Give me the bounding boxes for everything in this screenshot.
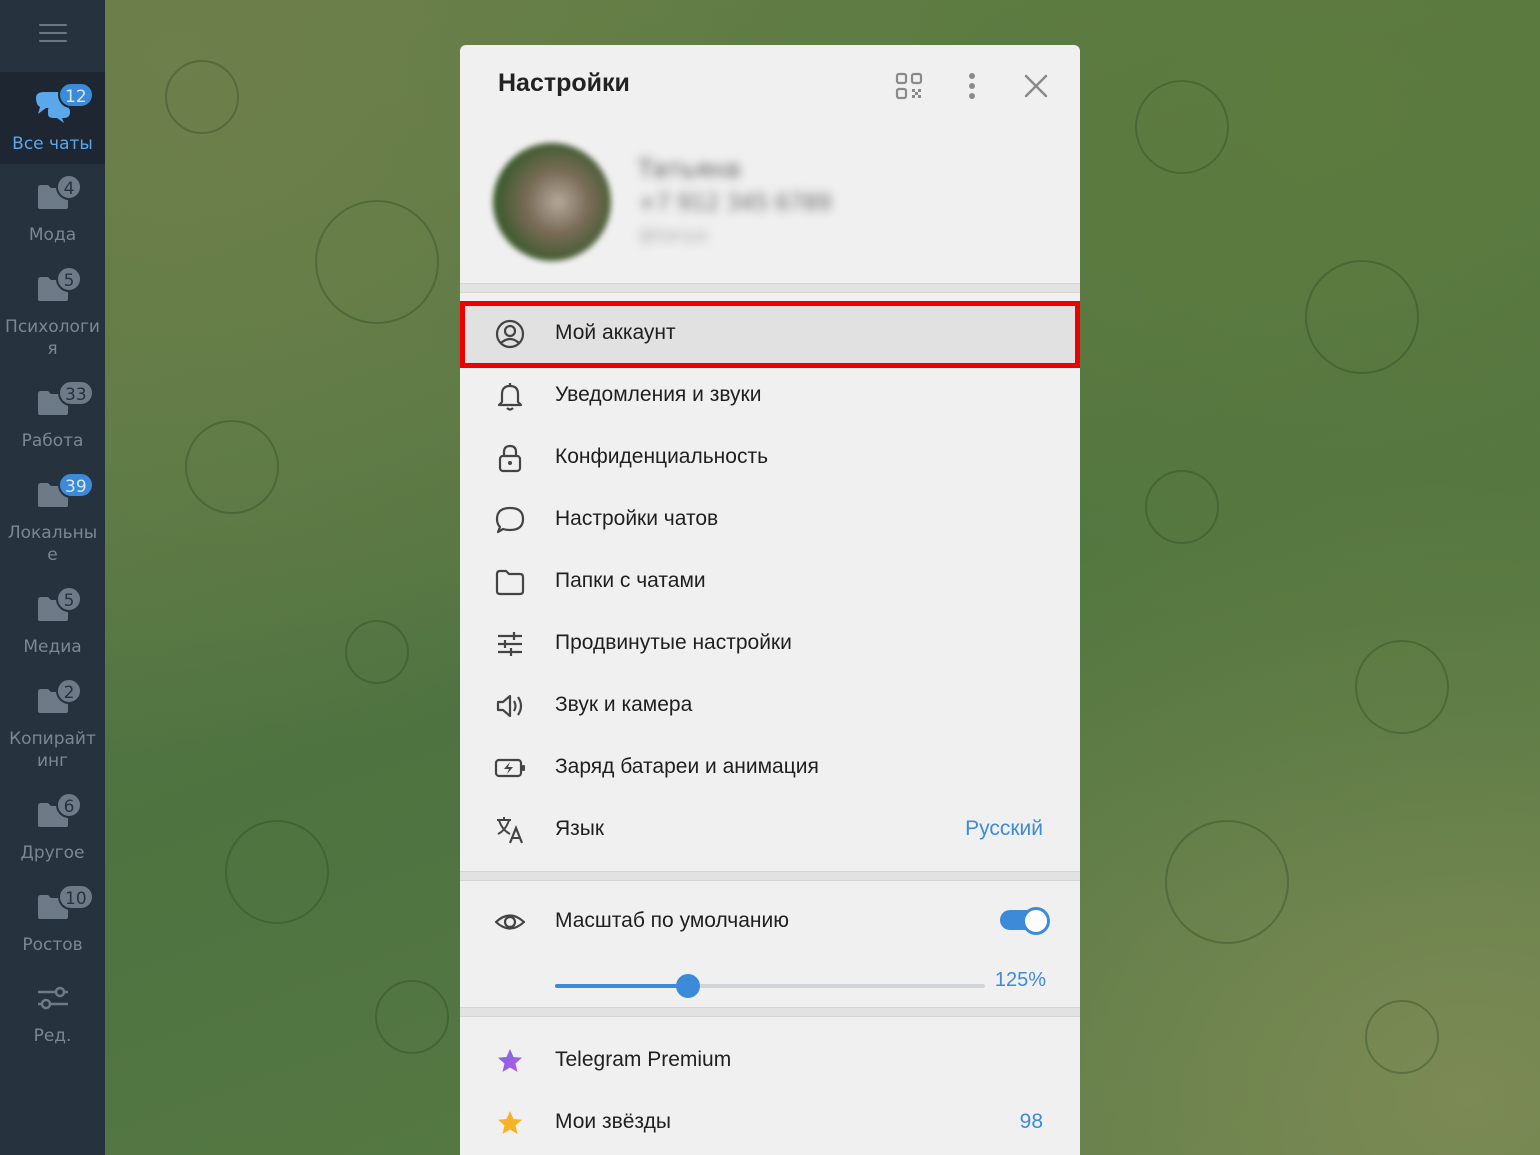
unread-badge: 5 bbox=[56, 586, 82, 612]
unread-badge: 33 bbox=[58, 380, 94, 406]
folder-label: Психологи я bbox=[5, 317, 100, 359]
folder-label: Копирайт инг bbox=[9, 729, 96, 771]
gold-star-icon bbox=[498, 1111, 522, 1134]
folder-label: Ростов bbox=[22, 935, 83, 955]
menu-item-notifications[interactable]: Уведомления и звуки bbox=[460, 365, 1080, 427]
scale-label: Масштаб по умолчанию bbox=[555, 909, 789, 932]
sliders-icon bbox=[498, 632, 522, 656]
folder-label: Ред. bbox=[33, 1026, 72, 1046]
menu-item-telegram-premium[interactable]: Telegram Premium bbox=[460, 1030, 1080, 1092]
unread-badge: 39 bbox=[58, 472, 94, 498]
qr-code-icon[interactable] bbox=[894, 71, 924, 101]
premium-star-icon bbox=[498, 1049, 522, 1072]
folder-local[interactable]: 39 Локальны е bbox=[0, 472, 105, 572]
divider bbox=[460, 871, 1080, 881]
settings-dialog: Настройки Татьяна +7 912 345 6789 @tanya bbox=[460, 45, 1080, 1155]
more-vertical-icon[interactable] bbox=[957, 71, 987, 101]
stars-count: 98 bbox=[1019, 1110, 1043, 1133]
menu-item-chat-folders[interactable]: Папки с чатами bbox=[460, 551, 1080, 613]
close-icon[interactable] bbox=[1021, 71, 1051, 101]
highlight-frame bbox=[460, 301, 1080, 368]
folder-rostov[interactable]: 10 Ростов bbox=[0, 884, 105, 966]
folder-psychology[interactable]: 5 Психологи я bbox=[0, 266, 105, 366]
folders-sidebar: 12 Все чаты 4 Мода 5 Психологи я 33 Рабо… bbox=[0, 0, 105, 1155]
dialog-title: Настройки bbox=[498, 69, 630, 97]
speaker-icon bbox=[496, 694, 523, 718]
menu-item-battery-animation[interactable]: Заряд батареи и анимация bbox=[460, 737, 1080, 799]
battery-icon bbox=[494, 758, 525, 778]
profile-username: @tanya bbox=[638, 225, 708, 246]
unread-badge: 6 bbox=[56, 792, 82, 818]
menu-item-label: Telegram Premium bbox=[555, 1048, 732, 1071]
folder-label: Мода bbox=[28, 225, 77, 245]
unread-badge: 12 bbox=[58, 82, 94, 108]
divider bbox=[460, 1007, 1080, 1017]
menu-item-chat-settings[interactable]: Настройки чатов bbox=[460, 489, 1080, 551]
scale-value: 125% bbox=[994, 969, 1046, 991]
scale-toggle[interactable] bbox=[1000, 905, 1050, 935]
menu-item-label: Продвинутые настройки bbox=[555, 631, 792, 654]
menu-item-label: Звук и камера bbox=[555, 693, 693, 716]
menu-item-label: Настройки чатов bbox=[555, 507, 719, 530]
profile-phone: +7 912 345 6789 bbox=[638, 191, 832, 216]
folder-label: Все чаты bbox=[12, 134, 93, 154]
menu-item-label: Уведомления и звуки bbox=[555, 383, 762, 406]
folder-work[interactable]: 33 Работа bbox=[0, 380, 105, 462]
bell-icon bbox=[497, 383, 523, 411]
scale-slider[interactable] bbox=[555, 971, 985, 1001]
chat-bubble-icon bbox=[495, 506, 525, 534]
profile-card[interactable]: Татьяна +7 912 345 6789 @tanya bbox=[460, 125, 1080, 283]
profile-name: Татьяна bbox=[638, 155, 741, 183]
folder-label: Локальны е bbox=[7, 523, 98, 565]
hamburger-menu-icon[interactable] bbox=[39, 24, 67, 42]
menu-item-language[interactable]: Язык Русский bbox=[460, 799, 1080, 861]
unread-badge: 4 bbox=[56, 174, 82, 200]
menu-item-label: Мои звёзды bbox=[555, 1110, 671, 1133]
eye-icon bbox=[494, 914, 526, 930]
menu-item-label: Заряд батареи и анимация bbox=[555, 755, 819, 778]
edit-sliders-icon bbox=[38, 986, 68, 1010]
dialog-header: Настройки bbox=[460, 45, 1080, 125]
folder-moda[interactable]: 4 Мода bbox=[0, 174, 105, 256]
edit-folders-button[interactable]: Ред. bbox=[0, 980, 105, 1060]
menu-item-my-stars[interactable]: Мои звёзды 98 bbox=[460, 1092, 1080, 1154]
menu-item-label: Папки с чатами bbox=[555, 569, 706, 592]
lock-icon bbox=[498, 444, 522, 473]
divider bbox=[460, 283, 1080, 293]
menu-item-sound-camera[interactable]: Звук и камера bbox=[460, 675, 1080, 737]
unread-badge: 2 bbox=[56, 678, 82, 704]
menu-item-label: Язык bbox=[555, 817, 605, 840]
menu-item-label: Конфиденциальность bbox=[555, 445, 769, 468]
slider-thumb[interactable] bbox=[676, 974, 701, 998]
folder-label: Медиа bbox=[23, 637, 82, 657]
translate-icon bbox=[497, 817, 524, 844]
folder-all-chats[interactable]: 12 Все чаты bbox=[0, 72, 105, 164]
avatar[interactable] bbox=[493, 143, 611, 261]
menu-item-advanced[interactable]: Продвинутые настройки bbox=[460, 613, 1080, 675]
unread-badge: 10 bbox=[58, 884, 94, 910]
folder-icon bbox=[495, 569, 525, 596]
folder-other[interactable]: 6 Другое bbox=[0, 792, 105, 874]
folder-media[interactable]: 5 Медиа bbox=[0, 586, 105, 668]
language-value: Русский bbox=[965, 817, 1043, 840]
folder-copywriting[interactable]: 2 Копирайт инг bbox=[0, 678, 105, 778]
default-scale-row[interactable]: Масштаб по умолчанию bbox=[460, 891, 1080, 953]
menu-item-privacy[interactable]: Конфиденциальность bbox=[460, 427, 1080, 489]
folder-label: Работа bbox=[21, 431, 84, 451]
folder-label: Другое bbox=[20, 843, 85, 863]
unread-badge: 5 bbox=[56, 266, 82, 292]
